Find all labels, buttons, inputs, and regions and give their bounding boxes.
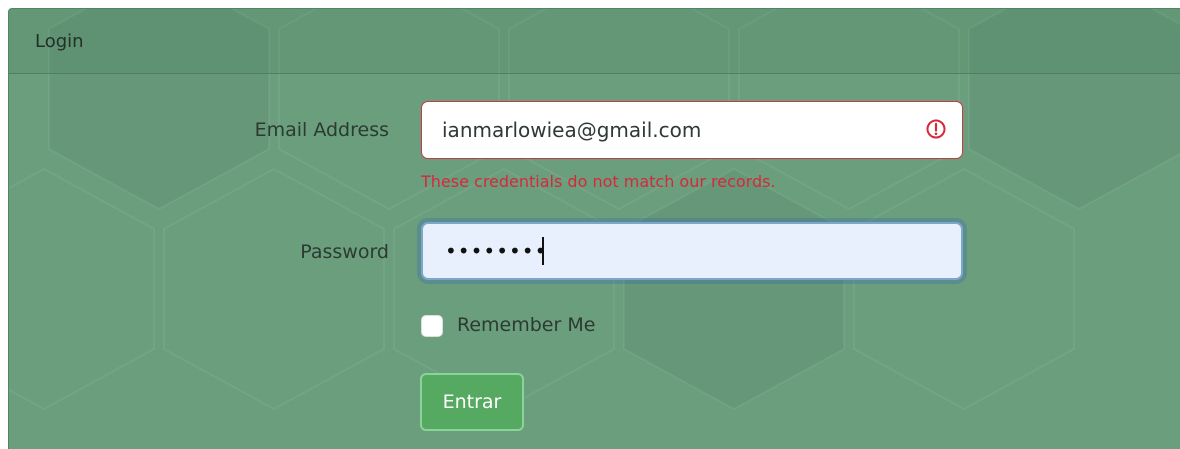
password-field[interactable]: •••••••• [421,222,963,280]
email-label: Email Address [254,119,389,141]
remember-me-label[interactable]: Remember Me [457,314,595,336]
remember-me-checkbox[interactable] [421,315,443,337]
page-title: Login [35,31,84,52]
exclamation-circle-icon [926,119,946,139]
password-label: Password [300,241,389,263]
email-error-message: These credentials do not match our recor… [421,172,776,191]
login-card: Login Email Address ianmarlowiea@gmail.c… [8,8,1180,449]
card-header: Login [9,9,1180,74]
text-caret [542,237,544,265]
submit-button[interactable]: Entrar [420,373,524,431]
email-field[interactable]: ianmarlowiea@gmail.com [421,101,963,159]
password-masked-value[interactable]: •••••••• [445,239,547,263]
email-value[interactable]: ianmarlowiea@gmail.com [442,118,701,142]
